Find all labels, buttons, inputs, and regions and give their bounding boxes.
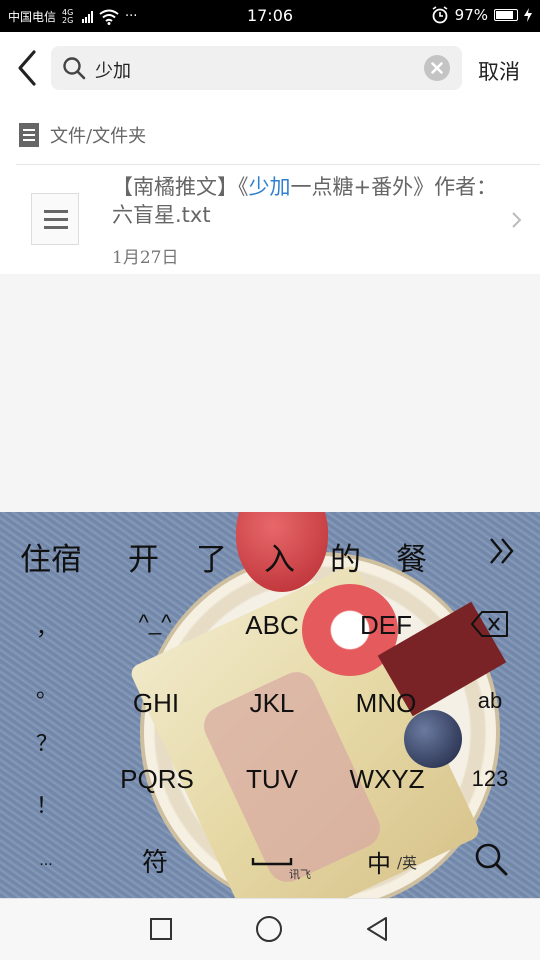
key-ellipsis[interactable]: ... [36,852,56,870]
key-lang-english[interactable]: /英 [392,852,422,873]
key-comma[interactable]: ， [36,610,58,642]
candidate[interactable]: 餐 [396,534,427,579]
search-input[interactable]: 少加 [51,46,462,90]
key-lang-chinese[interactable]: 中 [364,844,394,879]
back-arrow-icon[interactable] [10,48,46,88]
key-emoticon[interactable]: ^_^ [120,610,190,636]
key-symbol[interactable]: 符 [130,842,180,879]
cancel-button[interactable]: 取消 [478,56,520,86]
search-icon [63,57,86,80]
recents-icon[interactable] [150,918,172,940]
battery-icon [494,9,518,21]
clear-search-button[interactable] [424,55,450,81]
charging-icon [524,8,532,22]
space-hint: 讯飞 [289,869,311,881]
search-header: 少加 取消 [0,32,540,106]
section-title: 文件/文件夹 [50,126,147,147]
key-jkl[interactable]: JKL [232,688,312,719]
chevron-right-icon [512,212,522,228]
results-section: 文件/文件夹 【南橘推文】《少加一点糖+番外》作者：六盲星.txt 1月27日 [0,106,540,274]
document-icon [19,123,39,147]
home-icon[interactable] [256,916,282,942]
key-def[interactable]: DEF [346,610,426,641]
candidate-bar: 住宿 开 了 入 的 餐 [0,520,540,580]
close-icon [431,62,443,74]
key-abc[interactable]: ABC [232,610,312,641]
alarm-icon [432,6,448,24]
list-item[interactable]: 【南橘推文】《少加一点糖+番外》作者：六盲星.txt 1月27日 [0,165,540,274]
backspace-icon[interactable] [470,610,510,638]
section-header: 文件/文件夹 [18,122,146,148]
key-period[interactable]: 。 [36,672,58,704]
key-mno[interactable]: MNO [346,688,426,719]
candidate[interactable]: 的 [330,534,361,579]
file-name-match: 少加 [248,175,291,199]
search-icon[interactable] [472,840,510,878]
key-tuv[interactable]: TUV [232,764,312,795]
system-nav-bar [0,898,540,960]
file-name-prefix: 【南橘推文】《 [112,175,249,199]
candidate[interactable]: 住宿 [20,534,82,579]
key-ghi[interactable]: GHI [116,688,196,719]
file-icon [31,193,79,245]
key-exclaim[interactable]: ！ [36,788,58,820]
key-wxyz[interactable]: WXYZ [342,764,432,795]
key-question[interactable]: ？ [36,726,58,758]
battery-percent: 97% [454,6,488,24]
file-date: 1月27日 [112,248,179,268]
candidate[interactable]: 入 [264,534,295,579]
ime-keyboard: 住宿 开 了 入 的 餐 ， 。 ？ ！ ... ^_^ ABC DEF GHI… [0,512,540,898]
search-query[interactable]: 少加 [95,57,131,83]
candidate[interactable]: 开 [128,534,159,579]
key-ab[interactable]: ab [462,688,518,714]
key-123[interactable]: 123 [462,766,518,792]
key-pqrs[interactable]: PQRS [112,764,202,795]
nav-back-icon[interactable] [364,915,390,943]
status-bar: 中国电信 4G 2G ··· 17:06 97% [0,0,540,32]
file-name: 【南橘推文】《少加一点糖+番外》作者：六盲星.txt [112,173,512,229]
double-chevron-right-icon[interactable] [488,536,516,566]
candidate[interactable]: 了 [196,534,227,579]
